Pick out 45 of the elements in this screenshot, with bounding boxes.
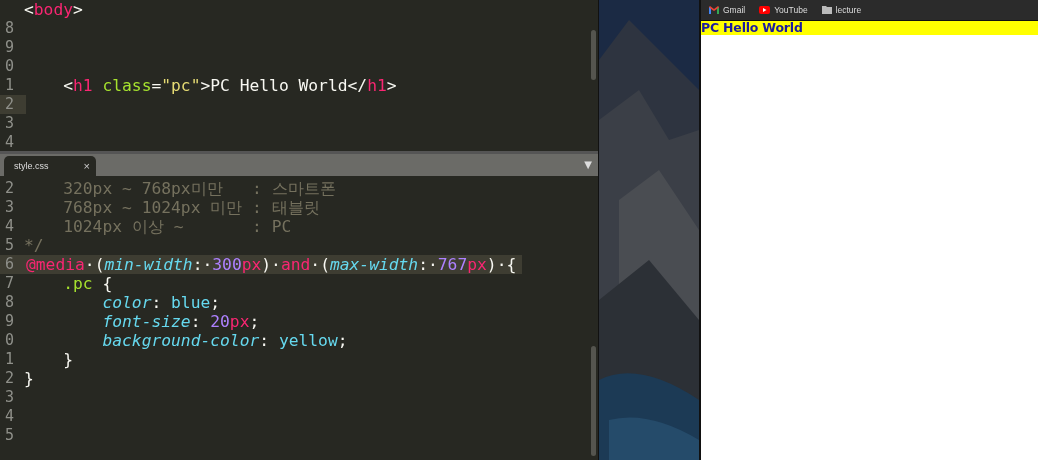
line-number: 7 <box>3 274 14 294</box>
line-number: 6 <box>0 255 26 275</box>
line-number: 5 <box>3 426 14 446</box>
play-icon <box>759 6 771 14</box>
tabs-dropdown[interactable]: ▼ <box>584 159 592 171</box>
line-number: 4 <box>3 407 14 427</box>
mail-icon <box>709 6 719 14</box>
page-heading: PC Hello World <box>701 21 1038 35</box>
folder-icon <box>821 6 832 14</box>
line-number: 3 <box>3 198 14 218</box>
file-tab[interactable]: style.css × <box>4 156 96 177</box>
line-number: 2 <box>0 95 26 114</box>
code-line: color: blue; <box>101 293 222 313</box>
line-number: 4 <box>3 217 14 237</box>
line-number: 8 <box>3 293 14 313</box>
line-number: 2 <box>3 179 14 199</box>
line-number: 2 <box>3 369 14 389</box>
line-number: 1 <box>3 350 14 370</box>
line-number: 1 <box>3 76 14 95</box>
code-line: */ <box>24 236 45 256</box>
line-number: 0 <box>3 57 14 76</box>
scrollbar[interactable] <box>591 30 596 80</box>
line-number: 3 <box>3 114 14 133</box>
line-number: 3 <box>3 388 14 408</box>
close-button[interactable]: × <box>83 160 90 173</box>
code-line: .pc { <box>62 274 114 294</box>
line-number: 8 <box>3 19 14 38</box>
bookmark[interactable]: lecture <box>821 5 862 15</box>
line-number: 4 <box>3 133 14 152</box>
line-number: 9 <box>3 312 14 332</box>
line-number: 0 <box>3 331 14 351</box>
code-line: 320px ~ 768px미만 : 스마트폰 <box>62 179 337 199</box>
code-line: background-color: yellow; <box>101 331 349 351</box>
scrollbar[interactable] <box>591 346 596 457</box>
line-number: 5 <box>3 236 14 256</box>
code-line: font-size: 20px; <box>101 312 261 332</box>
code-line: <h1 class="pc">PC Hello World</h1> <box>62 76 398 95</box>
code-line: } <box>24 369 35 389</box>
code-line: 768px ~ 1024px 미만 : 태블릿 <box>62 198 321 218</box>
bookmark[interactable]: Gmail <box>709 5 746 15</box>
code-line: } <box>62 350 74 370</box>
bookmark[interactable]: YouTube <box>759 5 808 15</box>
code-line: 1024px 이상 ~ : PC <box>62 217 293 237</box>
line-number: 9 <box>3 38 14 57</box>
code-line: <body> <box>24 0 84 19</box>
